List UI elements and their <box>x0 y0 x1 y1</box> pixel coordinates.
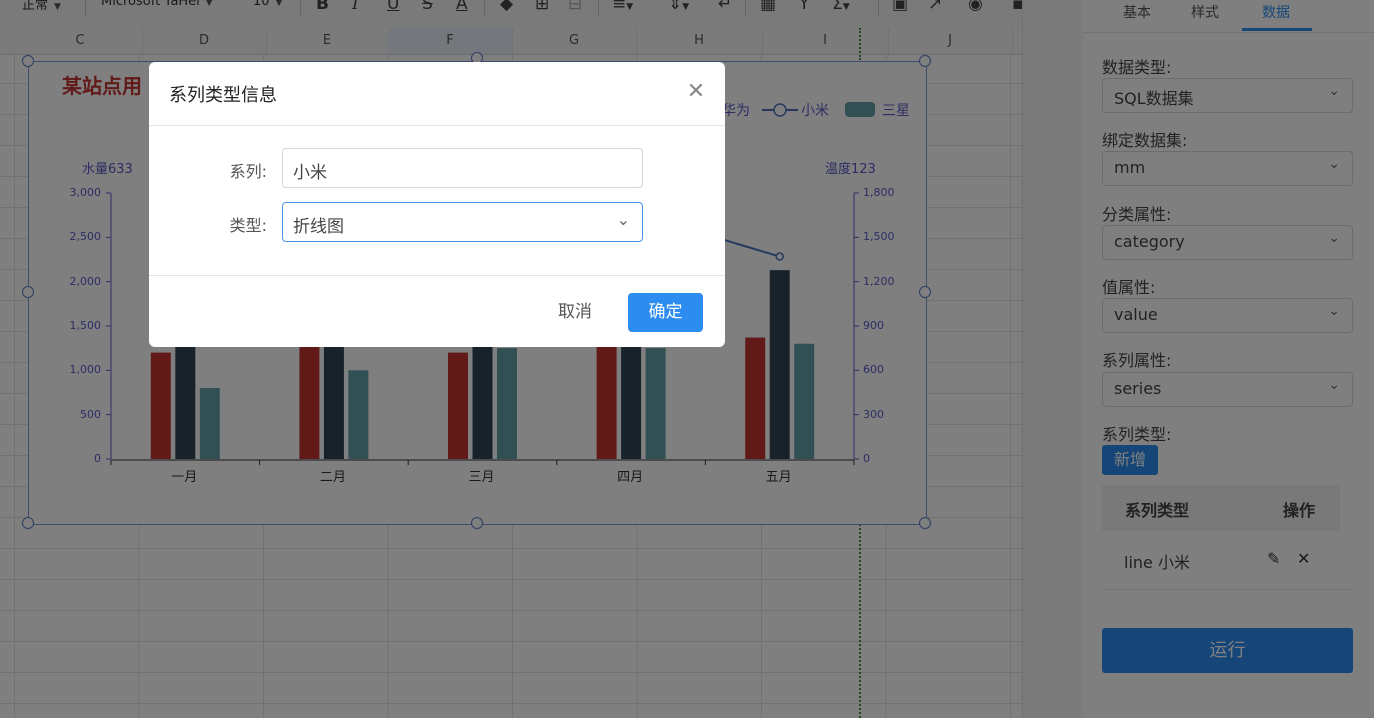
series-label: 系列: <box>229 162 267 181</box>
series-input[interactable]: 小米 <box>282 148 643 188</box>
close-icon[interactable]: ✕ <box>686 80 706 104</box>
dialog-header: 系列类型信息 ✕ <box>149 62 725 126</box>
type-select-value: 折线图 <box>293 217 344 237</box>
chevron-down-icon: ⌄ <box>616 210 630 229</box>
confirm-button[interactable]: 确定 <box>628 293 703 332</box>
dialog-title: 系列类型信息 <box>169 85 277 106</box>
type-label: 类型: <box>229 216 267 235</box>
series-type-dialog: 系列类型信息 ✕ 系列: 小米 类型: 折线图 ⌄ 取消 确定 <box>149 62 725 347</box>
type-select[interactable]: 折线图 ⌄ <box>282 202 643 242</box>
series-input-value: 小米 <box>293 163 327 183</box>
cancel-button[interactable]: 取消 <box>543 298 607 326</box>
dialog-footer: 取消 确定 <box>149 275 725 347</box>
